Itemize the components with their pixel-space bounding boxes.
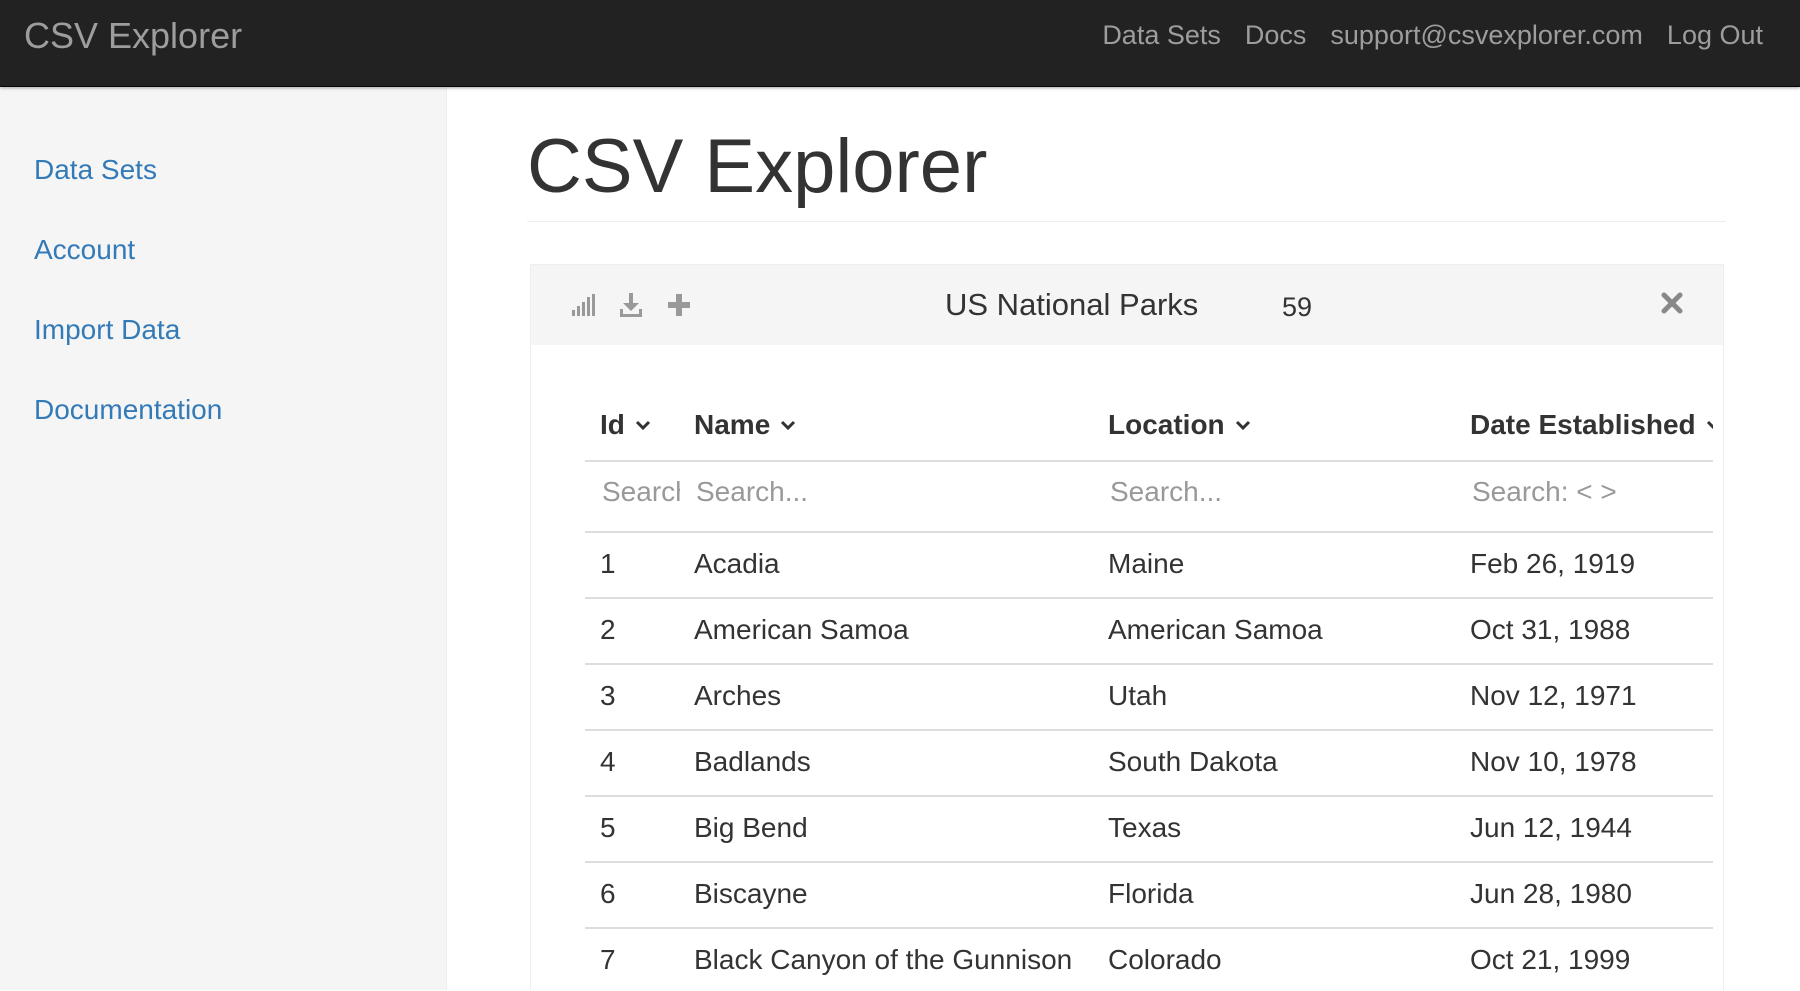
nav-link-docs[interactable]: Docs — [1245, 16, 1307, 54]
table-row[interactable]: 3 Arches Utah Nov 12, 1971 — [585, 665, 1713, 731]
close-icon[interactable] — [1659, 290, 1685, 316]
column-header-label: Location — [1108, 409, 1225, 440]
cell-name: Badlands — [694, 746, 811, 777]
cell-id: 7 — [600, 944, 616, 975]
sidebar: Data Sets Account Import Data Documentat… — [0, 88, 447, 990]
search-input-name[interactable] — [696, 472, 1076, 512]
title-divider — [527, 221, 1726, 222]
chevron-down-icon — [781, 420, 796, 430]
table-row[interactable]: 6 Biscayne Florida Jun 28, 1980 — [585, 863, 1713, 929]
column-header-name[interactable]: Name — [694, 405, 796, 445]
dataset-title: US National Parks — [945, 287, 1199, 322]
cell-name: Big Bend — [694, 812, 808, 843]
cell-id: 4 — [600, 746, 616, 777]
sidebar-item-data-sets[interactable]: Data Sets — [34, 150, 157, 190]
search-input-date-established[interactable] — [1472, 472, 1702, 512]
data-table: Id Name Location Date Established 1 Acad… — [585, 397, 1713, 991]
sidebar-item-import-data[interactable]: Import Data — [34, 310, 180, 350]
sidebar-item-account[interactable]: Account — [34, 230, 135, 270]
cell-date-established: Feb 26, 1919 — [1470, 548, 1636, 579]
search-filter-row — [585, 462, 1713, 533]
panel-header: US National Parks 59 — [531, 265, 1723, 345]
cell-id: 6 — [600, 878, 616, 909]
cell-id: 2 — [600, 614, 616, 645]
sidebar-item-documentation[interactable]: Documentation — [34, 390, 222, 430]
cell-location: Texas — [1108, 812, 1182, 843]
column-header-date-established[interactable]: Date Established — [1470, 405, 1713, 445]
cell-name: Acadia — [694, 548, 780, 579]
download-icon[interactable] — [617, 291, 645, 319]
page-title: CSV Explorer — [527, 124, 988, 209]
column-header-label: Date Established — [1470, 409, 1696, 440]
cell-name: Arches — [694, 680, 782, 711]
cell-date-established: Nov 12, 1971 — [1470, 680, 1637, 711]
nav-link-data-sets[interactable]: Data Sets — [1102, 16, 1221, 54]
cell-id: 5 — [600, 812, 616, 843]
cell-location: Colorado — [1108, 944, 1222, 975]
table-row[interactable]: 5 Big Bend Texas Jun 12, 1944 — [585, 797, 1713, 863]
top-navbar: CSV Explorer Data Sets Docs support@csve… — [0, 0, 1800, 87]
cell-id: 1 — [600, 548, 616, 579]
cell-location: Florida — [1108, 878, 1194, 909]
cell-location: Maine — [1108, 548, 1185, 579]
cell-location: South Dakota — [1108, 746, 1278, 777]
nav-link-log-out[interactable]: Log Out — [1667, 16, 1763, 54]
cell-name: Black Canyon of the Gunnison — [694, 944, 1073, 975]
column-header-location[interactable]: Location — [1108, 405, 1251, 445]
search-input-id[interactable] — [602, 472, 680, 512]
plus-icon[interactable] — [665, 291, 693, 319]
table-row[interactable]: 7 Black Canyon of the Gunnison Colorado … — [585, 929, 1713, 991]
table-row[interactable]: 4 Badlands South Dakota Nov 10, 1978 — [585, 731, 1713, 797]
cell-name: Biscayne — [694, 878, 808, 909]
cell-date-established: Oct 31, 1988 — [1470, 614, 1631, 645]
column-header-label: Id — [600, 409, 625, 440]
table-row[interactable]: 2 American Samoa American Samoa Oct 31, … — [585, 599, 1713, 665]
cell-location: American Samoa — [1108, 614, 1323, 645]
dataset-panel: US National Parks 59 Id Name Location Da… — [530, 264, 1724, 990]
chevron-down-icon — [1235, 420, 1250, 430]
column-header-label: Name — [694, 409, 771, 440]
cell-id: 3 — [600, 680, 616, 711]
chevron-down-icon — [635, 420, 650, 430]
cell-date-established: Jun 12, 1944 — [1470, 812, 1632, 843]
chevron-down-icon — [1706, 420, 1713, 430]
bar-chart-icon[interactable] — [569, 291, 597, 319]
cell-location: Utah — [1108, 680, 1168, 711]
cell-date-established: Nov 10, 1978 — [1470, 746, 1637, 777]
cell-date-established: Jun 28, 1980 — [1470, 878, 1632, 909]
navbar-links: Data Sets Docs support@csvexplorer.com L… — [1102, 16, 1763, 54]
brand-logo[interactable]: CSV Explorer — [24, 14, 242, 58]
table-row[interactable]: 1 Acadia Maine Feb 26, 1919 — [585, 533, 1713, 599]
table-header-row: Id Name Location Date Established — [585, 397, 1713, 462]
nav-link-support-email[interactable]: support@csvexplorer.com — [1330, 16, 1643, 54]
row-count: 59 — [1282, 292, 1313, 322]
column-header-id[interactable]: Id — [600, 405, 651, 445]
cell-date-established: Oct 21, 1999 — [1470, 944, 1631, 975]
cell-name: American Samoa — [694, 614, 909, 645]
search-input-location[interactable] — [1110, 472, 1440, 512]
